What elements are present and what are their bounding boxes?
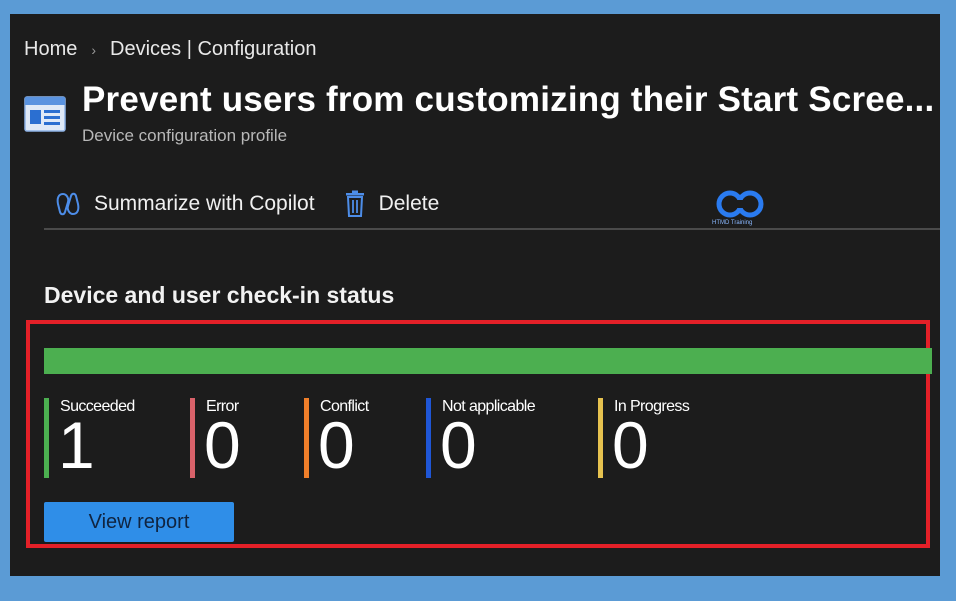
page-title: Prevent users from customizing their Sta… bbox=[82, 80, 935, 119]
status-value: 0 bbox=[318, 408, 355, 482]
breadcrumb-devices-configuration[interactable]: Devices | Configuration bbox=[110, 38, 316, 61]
status-value: 0 bbox=[440, 408, 477, 482]
status-value: 0 bbox=[204, 408, 241, 482]
view-report-button[interactable]: View report bbox=[44, 502, 234, 542]
status-indicator bbox=[598, 398, 603, 478]
copilot-icon bbox=[56, 192, 80, 216]
copilot-label: Summarize with Copilot bbox=[94, 192, 315, 215]
chevron-right-icon: › bbox=[91, 41, 97, 58]
toolbar: Summarize with Copilot Delete bbox=[54, 184, 467, 224]
breadcrumb-home[interactable]: Home bbox=[24, 38, 77, 61]
status-indicator bbox=[190, 398, 195, 478]
app-window: Home › Devices | Configuration Prevent u… bbox=[10, 14, 940, 576]
status-value: 0 bbox=[612, 408, 649, 482]
status-indicator bbox=[44, 398, 49, 478]
trash-icon bbox=[345, 190, 364, 217]
status-value: 1 bbox=[58, 408, 95, 482]
status-indicator bbox=[304, 398, 309, 478]
page-subtitle: Device configuration profile bbox=[82, 126, 288, 145]
status-indicator bbox=[426, 398, 431, 478]
toolbar-divider bbox=[44, 228, 940, 230]
summarize-with-copilot-button[interactable]: Summarize with Copilot bbox=[54, 190, 315, 218]
checkin-progress-bar bbox=[44, 348, 932, 374]
delete-label: Delete bbox=[378, 192, 440, 215]
profile-icon bbox=[24, 96, 66, 132]
logo-text: HTMD Training bbox=[712, 220, 753, 226]
section-title: Device and user check-in status bbox=[44, 282, 395, 308]
breadcrumb: Home › Devices | Configuration bbox=[24, 38, 316, 61]
delete-button[interactable]: Delete bbox=[343, 190, 440, 218]
